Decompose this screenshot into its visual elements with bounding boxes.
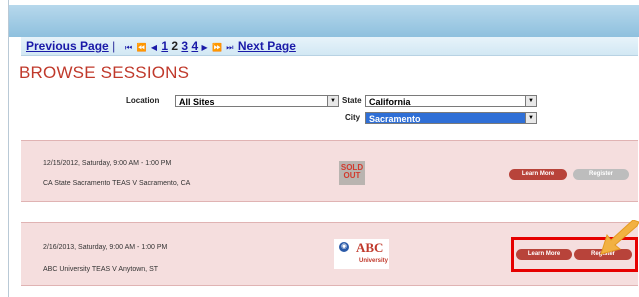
city-value: Sacramento — [369, 114, 421, 124]
learn-more-button[interactable]: Learn More — [509, 169, 567, 180]
first-page-icon[interactable]: ⏮ — [125, 43, 133, 52]
session-datetime: 2/16/2013, Saturday, 9:00 AM - 1:00 PM — [43, 244, 168, 251]
state-value: California — [369, 97, 411, 107]
chevron-down-icon: ▼ — [525, 96, 536, 106]
next-page-link[interactable]: Next Page — [238, 39, 296, 53]
city-label: City — [345, 113, 361, 122]
session-place: ABC University TEAS V Anytown, ST — [43, 266, 159, 273]
city-select[interactable]: Sacramento ▼ — [365, 112, 537, 124]
session-row: 12/15/2012, Saturday, 9:00 AM - 1:00 PM … — [21, 140, 638, 202]
fast-forward-icon[interactable]: ⏩ — [212, 43, 223, 52]
next-icon[interactable]: ▶ — [201, 43, 208, 52]
previous-page-link[interactable]: Previous Page — [26, 39, 109, 53]
page-link-3[interactable]: 3 — [181, 39, 188, 53]
state-select[interactable]: California ▼ — [365, 95, 537, 107]
page-frame: Previous Page | ⏮ ⏪ ◀ 1 2 3 4 ▶ ⏩ ⏭ Next… — [8, 0, 639, 297]
location-value: All Sites — [179, 97, 215, 107]
last-page-icon[interactable]: ⏭ — [226, 43, 234, 52]
chevron-down-icon: ▼ — [525, 113, 536, 123]
page-link-4[interactable]: 4 — [191, 39, 198, 53]
session-place: CA State Sacramento TEAS V Sacramento, C… — [43, 180, 191, 187]
pagination-separator: | — [112, 39, 116, 53]
page-link-1[interactable]: 1 — [161, 39, 168, 53]
sold-out-badge: SOLD OUT — [339, 161, 365, 185]
university-logo: ◉ ABC University — [334, 239, 389, 269]
logo-university-text: University — [359, 258, 389, 264]
location-label: Location — [126, 96, 160, 105]
page-current: 2 — [171, 39, 179, 53]
register-button-disabled: Register — [573, 169, 629, 180]
arrow-pointer-icon — [600, 220, 639, 255]
page-title: BROWSE SESSIONS — [19, 63, 190, 82]
previous-icon[interactable]: ◀ — [151, 43, 158, 52]
location-select[interactable]: All Sites ▼ — [175, 95, 339, 107]
pagination-bar: Previous Page | ⏮ ⏪ ◀ 1 2 3 4 ▶ ⏩ ⏭ Next… — [21, 37, 638, 56]
chevron-down-icon: ▼ — [327, 96, 338, 106]
state-label: State — [342, 96, 362, 105]
rewind-icon[interactable]: ⏪ — [137, 43, 148, 52]
logo-abc-text: ABC — [356, 240, 384, 255]
header-bar — [9, 5, 639, 37]
session-datetime: 12/15/2012, Saturday, 9:00 AM - 1:00 PM — [43, 160, 172, 167]
globe-icon: ◉ — [339, 242, 349, 252]
